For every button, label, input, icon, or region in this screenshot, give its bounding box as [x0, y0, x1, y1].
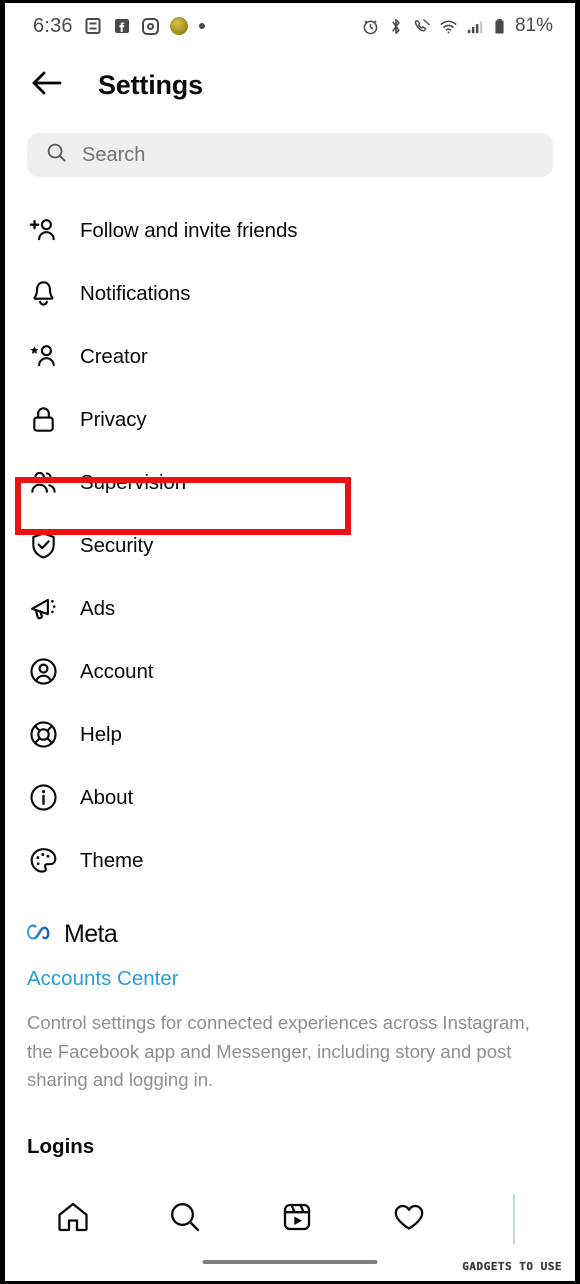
facebook-messenger-icon — [113, 17, 131, 35]
status-bar-left: 6:36 — [33, 15, 205, 38]
lock-icon — [27, 404, 59, 436]
nav-item-profile[interactable] — [492, 1194, 536, 1244]
person-star-icon — [27, 341, 59, 373]
home-indicator[interactable] — [202, 1260, 378, 1264]
dot-icon — [198, 23, 205, 29]
menu-item-label: Help — [80, 722, 122, 746]
feed-icon — [84, 17, 102, 35]
menu-item-creator[interactable]: Creator — [5, 325, 575, 388]
gold-badge-icon — [169, 17, 188, 35]
menu-item-label: Follow and invite friends — [80, 218, 298, 242]
arrow-left-icon — [31, 69, 63, 102]
menu-item-supervision[interactable]: Supervision — [5, 451, 575, 514]
menu-item-label: Privacy — [80, 407, 147, 431]
shield-check-icon — [27, 530, 59, 562]
settings-menu: Follow and invite friends Notifications … — [5, 177, 575, 892]
heart-icon — [391, 1199, 427, 1240]
phone-screen: 6:36 81% Settings Search Follow and invi… — [0, 0, 580, 1284]
menu-item-ads[interactable]: Ads — [5, 577, 575, 640]
megaphone-icon — [27, 593, 59, 625]
menu-item-label: About — [80, 785, 134, 809]
menu-item-account[interactable]: Account — [5, 640, 575, 703]
avatar-icon — [513, 1194, 515, 1244]
menu-item-follow-and-invite-friends[interactable]: Follow and invite friends — [5, 199, 575, 262]
meta-section: Meta Accounts Center Control settings fo… — [5, 892, 575, 1159]
search-section: Search — [5, 121, 575, 177]
status-bar: 6:36 81% — [5, 3, 575, 49]
info-circle-icon — [27, 782, 59, 814]
meta-infinity-icon — [27, 922, 55, 947]
menu-item-label: Account — [80, 659, 154, 683]
menu-item-label: Ads — [80, 596, 116, 620]
bottom-nav-row — [10, 1183, 570, 1255]
menu-item-label: Notifications — [80, 281, 191, 305]
person-circle-icon — [27, 656, 59, 688]
menu-item-label: Creator — [80, 344, 148, 368]
reels-icon — [279, 1199, 315, 1240]
nav-item-search[interactable] — [156, 1190, 214, 1248]
bluetooth-icon — [388, 17, 404, 36]
menu-item-label: Supervision — [80, 470, 187, 494]
battery-percent: 81% — [514, 15, 553, 36]
search-input[interactable]: Search — [27, 133, 553, 177]
call-mute-icon — [412, 17, 431, 36]
search-icon — [45, 141, 68, 169]
menu-item-security[interactable]: Security — [5, 514, 575, 577]
menu-item-label: Security — [80, 533, 154, 557]
person-add-icon — [27, 215, 59, 247]
people-icon — [27, 467, 59, 499]
page-title: Settings — [98, 69, 203, 100]
bottom-navigation: GADGETS TO USE — [10, 1183, 570, 1278]
wifi-icon — [439, 17, 458, 36]
instagram-icon — [141, 17, 159, 35]
search-placeholder: Search — [82, 143, 146, 166]
signal-icon — [466, 17, 485, 36]
status-time: 6:36 — [33, 14, 73, 37]
watermark: GADGETS TO USE — [462, 1260, 562, 1273]
meta-description: Control settings for connected experienc… — [27, 1012, 530, 1091]
menu-item-notifications[interactable]: Notifications — [5, 262, 575, 325]
accounts-center-link[interactable]: Accounts Center — [27, 967, 553, 991]
battery-icon — [493, 17, 506, 36]
menu-item-theme[interactable]: Theme — [5, 829, 575, 892]
status-bar-right: 81% — [361, 15, 553, 37]
menu-item-about[interactable]: About — [5, 766, 575, 829]
meta-brand-label: Meta — [64, 920, 118, 948]
nav-item-reels[interactable] — [268, 1190, 326, 1248]
menu-item-label: Theme — [80, 848, 144, 872]
palette-icon — [27, 845, 59, 877]
nav-item-activity[interactable] — [380, 1190, 438, 1248]
back-button[interactable] — [30, 68, 64, 102]
bell-icon — [27, 278, 59, 310]
meta-brand: Meta — [27, 920, 553, 949]
lifebuoy-icon — [27, 719, 59, 751]
search-icon — [167, 1199, 203, 1240]
alarm-icon — [361, 17, 380, 36]
nav-item-home[interactable] — [44, 1190, 102, 1248]
app-header: Settings — [5, 49, 575, 121]
menu-item-privacy[interactable]: Privacy — [5, 388, 575, 451]
menu-item-help[interactable]: Help — [5, 703, 575, 766]
logins-heading: Logins — [27, 1135, 95, 1159]
home-icon — [55, 1199, 91, 1240]
